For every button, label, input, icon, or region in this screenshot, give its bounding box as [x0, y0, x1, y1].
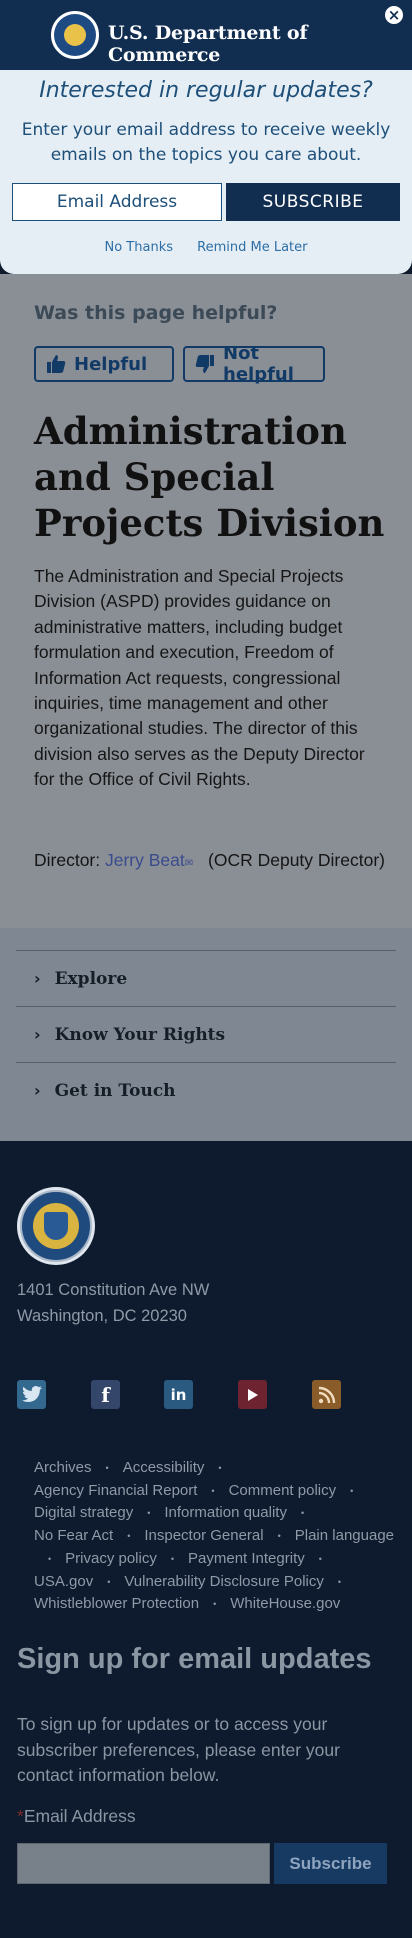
footer-links: Archives • Accessibility • Agency Financial…: [34, 1459, 395, 1613]
popup-email-input[interactable]: Email Address: [12, 183, 222, 221]
footer-accordion: › Explore › Know Your Rights › Get in To…: [0, 928, 412, 1141]
helpful-label: Helpful: [74, 353, 148, 375]
accordion-get-in-touch[interactable]: › Get in Touch: [16, 1062, 396, 1118]
site-footer: 1401 Constitution Ave NW Washington, DC …: [0, 1141, 412, 1938]
accordion-explore[interactable]: › Explore: [16, 950, 396, 1006]
signup-subscribe-button[interactable]: Subscribe: [274, 1843, 387, 1884]
facebook-icon[interactable]: f: [91, 1380, 120, 1409]
popup-subscribe-button[interactable]: SUBSCRIBE: [226, 183, 400, 221]
footer-link[interactable]: Information quality: [164, 1505, 287, 1522]
address-line-1: 1401 Constitution Ave NW: [17, 1281, 210, 1299]
page-body: The Administration and Special Projects …: [34, 566, 365, 790]
commerce-seal-icon: [17, 1187, 95, 1265]
footer-link[interactable]: Whistleblower Protection: [34, 1596, 199, 1613]
remind-later-link[interactable]: Remind Me Later: [197, 240, 307, 255]
no-thanks-link[interactable]: No Thanks: [105, 240, 174, 255]
not-helpful-label: Not helpful: [223, 343, 294, 385]
footer-link[interactable]: Archives: [34, 1459, 92, 1476]
signup-email-input[interactable]: [17, 1843, 270, 1884]
footer-link[interactable]: Inspector General: [144, 1527, 263, 1544]
director-email-link[interactable]: Jerry Beat: [105, 850, 185, 870]
footer-link[interactable]: Comment policy: [229, 1482, 337, 1499]
popup-description: Enter your email address to receive week…: [21, 120, 391, 165]
footer-link[interactable]: WhiteHouse.gov: [230, 1596, 340, 1613]
signup-description: To sign up for updates or to access your…: [17, 1714, 340, 1785]
site-header: U.S. Department of Commerce ×: [0, 0, 412, 70]
footer-link[interactable]: USA.gov: [34, 1573, 93, 1590]
email-signup-popup: Interested in regular updates? Enter you…: [0, 70, 412, 274]
accordion-know-your-rights[interactable]: › Know Your Rights: [16, 1006, 396, 1062]
footer-link[interactable]: Accessibility: [123, 1459, 205, 1476]
address-line-2: Washington, DC 20230: [17, 1307, 187, 1325]
helpful-button[interactable]: Helpful: [34, 346, 174, 382]
signup-title: Sign up for email updates: [17, 1643, 372, 1675]
mail-icon: ✉: [184, 858, 194, 869]
footer-link[interactable]: Privacy policy: [65, 1550, 157, 1567]
popup-links: No Thanks Remind Me Later: [0, 240, 412, 255]
footer-link[interactable]: Digital strategy: [34, 1505, 133, 1522]
required-asterisk: *: [17, 1806, 24, 1826]
signup-email-label-text: Email Address: [23, 1806, 136, 1826]
director-label: Director:: [34, 850, 101, 870]
chevron-right-icon: ›: [34, 1025, 41, 1044]
footer-link[interactable]: No Fear Act: [34, 1527, 113, 1544]
thumbs-down-icon: [195, 354, 215, 374]
footer-link[interactable]: Vulnerability Disclosure Policy: [124, 1573, 324, 1590]
accordion-label: Explore: [54, 968, 128, 989]
close-icon[interactable]: ×: [383, 4, 405, 26]
chevron-right-icon: ›: [34, 1081, 41, 1100]
main-content: Was this page helpful? Helpful Not helpf…: [0, 274, 412, 928]
rss-icon[interactable]: [312, 1380, 341, 1409]
popup-title: Interested in regular updates?: [39, 78, 373, 103]
chevron-right-icon: ›: [34, 969, 41, 988]
site-title[interactable]: U.S. Department of Commerce: [108, 22, 412, 66]
director-role: (OCR Deputy Director): [208, 850, 385, 870]
thumbs-up-icon: [46, 354, 66, 374]
footer-address: 1401 Constitution Ave NW Washington, DC …: [17, 1277, 209, 1329]
linkedin-icon[interactable]: in: [164, 1380, 193, 1409]
signup-email-label: *Email Address: [17, 1806, 136, 1827]
footer-link[interactable]: Agency Financial Report: [34, 1482, 197, 1499]
commerce-seal-icon[interactable]: [51, 11, 99, 59]
youtube-icon[interactable]: [238, 1380, 267, 1409]
feedback-question: Was this page helpful?: [34, 302, 278, 324]
footer-link[interactable]: Payment Integrity: [188, 1550, 305, 1567]
accordion-label: Get in Touch: [54, 1080, 176, 1101]
accordion-label: Know Your Rights: [54, 1024, 226, 1045]
page-title: Administration and Special Projects Divi…: [34, 409, 385, 545]
footer-link[interactable]: Plain language: [295, 1527, 394, 1544]
twitter-icon[interactable]: [17, 1380, 46, 1409]
director-line: Director: Jerry Beat✉ (OCR Deputy Direct…: [34, 850, 385, 871]
not-helpful-button[interactable]: Not helpful: [183, 343, 325, 385]
